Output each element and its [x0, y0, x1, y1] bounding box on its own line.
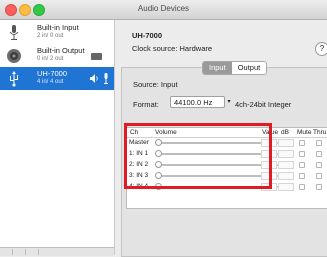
- speaker-volume-icon: [90, 74, 98, 83]
- tab-input[interactable]: Input: [203, 62, 232, 74]
- device-io: 0 in/ 2 out: [37, 56, 64, 62]
- usb-icon: [10, 71, 18, 87]
- input-output-tabs: Input Output: [202, 61, 268, 75]
- mute-checkbox[interactable]: [299, 151, 305, 157]
- window-title: Audio Devices: [137, 4, 190, 13]
- db-field[interactable]: [278, 161, 294, 169]
- clock-source: Clock source: Hardware: [132, 44, 213, 53]
- mute-checkbox[interactable]: [299, 173, 305, 179]
- thru-checkbox[interactable]: [316, 162, 322, 168]
- thru-checkbox[interactable]: [316, 184, 322, 190]
- add-device-button[interactable]: [0, 249, 13, 255]
- microphone-icon: [9, 25, 19, 40]
- column-header-db: dB: [281, 129, 289, 136]
- format-label: Format:: [133, 100, 159, 109]
- device-item-built-in-output[interactable]: Built-in Output 0 in/ 2 out: [0, 44, 114, 67]
- help-button[interactable]: ?: [315, 42, 327, 56]
- mute-checkbox[interactable]: [299, 162, 305, 168]
- highlight-box: [124, 123, 272, 189]
- device-list: Built-in Input 2 in/ 0 out Built-in Outp…: [0, 20, 115, 255]
- mute-checkbox[interactable]: [299, 184, 305, 190]
- thru-checkbox[interactable]: [316, 173, 322, 179]
- device-name: Built-in Output: [37, 46, 85, 55]
- thru-checkbox[interactable]: [316, 151, 322, 157]
- db-field[interactable]: [278, 183, 294, 191]
- speaker-icon: [7, 49, 21, 63]
- format-select[interactable]: 44100.0 Hz: [170, 96, 225, 108]
- remove-device-button[interactable]: [13, 249, 26, 255]
- db-field[interactable]: [278, 172, 294, 180]
- device-item-built-in-input[interactable]: Built-in Input 2 in/ 0 out: [0, 21, 114, 44]
- tab-output[interactable]: Output: [232, 62, 267, 74]
- device-item-uh-7000[interactable]: UH-7000 4 in/ 4 out: [0, 67, 114, 90]
- output-device-icon: [91, 53, 102, 60]
- settings-button[interactable]: [26, 249, 39, 255]
- chevron-down-icon[interactable]: ▾: [225, 96, 233, 108]
- device-title: UH-7000: [132, 31, 163, 40]
- thru-checkbox[interactable]: [316, 140, 322, 146]
- device-io: 2 in/ 0 out: [37, 33, 64, 39]
- db-field[interactable]: [278, 139, 294, 147]
- column-header-mute: Mute: [297, 129, 312, 136]
- microphone-icon: [104, 73, 108, 84]
- format-description: 4ch-24bit Integer: [235, 100, 292, 109]
- title-bar: Audio Devices: [0, 0, 327, 20]
- device-name: UH-7000: [37, 69, 68, 78]
- column-header-thru: Thru: [313, 129, 327, 136]
- mute-checkbox[interactable]: [299, 140, 305, 146]
- device-io: 4 in/ 4 out: [37, 79, 64, 85]
- db-field[interactable]: [278, 150, 294, 158]
- source-label: Source: Input: [133, 80, 178, 89]
- device-name: Built-in Input: [37, 23, 79, 32]
